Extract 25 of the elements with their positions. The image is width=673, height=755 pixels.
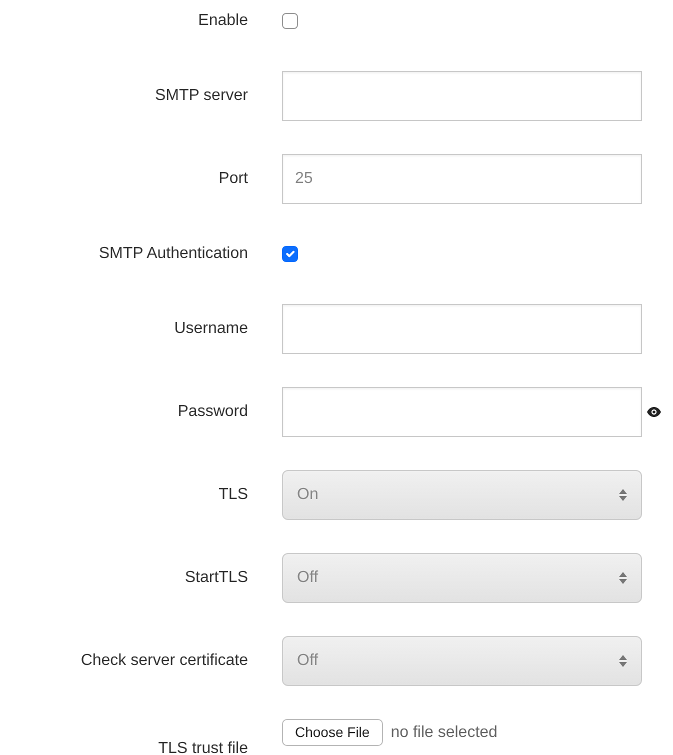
field-label: Password — [176, 402, 248, 422]
updown-arrows-icon — [619, 655, 627, 667]
field-label: Username — [173, 319, 248, 339]
choose-file-button[interactable]: Choose File — [282, 719, 383, 746]
field-label: TLS trust file — [157, 739, 248, 755]
field-label: Check server certificate — [80, 651, 248, 671]
select-dropdown[interactable]: On — [282, 470, 642, 520]
eye-icon[interactable] — [647, 407, 661, 417]
field-label: SMTP Authentication — [98, 244, 248, 264]
text-field[interactable]: 25 — [282, 154, 642, 204]
field-label: Port — [218, 169, 248, 189]
field-label: Enable — [197, 11, 248, 31]
updown-arrows-icon — [619, 572, 627, 584]
select-dropdown[interactable]: Off — [282, 553, 642, 603]
select-dropdown[interactable]: Off — [282, 636, 642, 686]
field-label: TLS — [218, 485, 248, 505]
field-label: SMTP server — [154, 86, 248, 106]
updown-arrows-icon — [619, 489, 627, 501]
password-field[interactable] — [282, 387, 642, 437]
text-field[interactable] — [282, 304, 642, 354]
field-label: StartTLS — [184, 568, 248, 588]
checkbox[interactable] — [282, 246, 298, 262]
checkbox[interactable] — [282, 13, 298, 29]
file-status: no file selected — [390, 722, 498, 742]
text-field[interactable] — [282, 71, 642, 121]
